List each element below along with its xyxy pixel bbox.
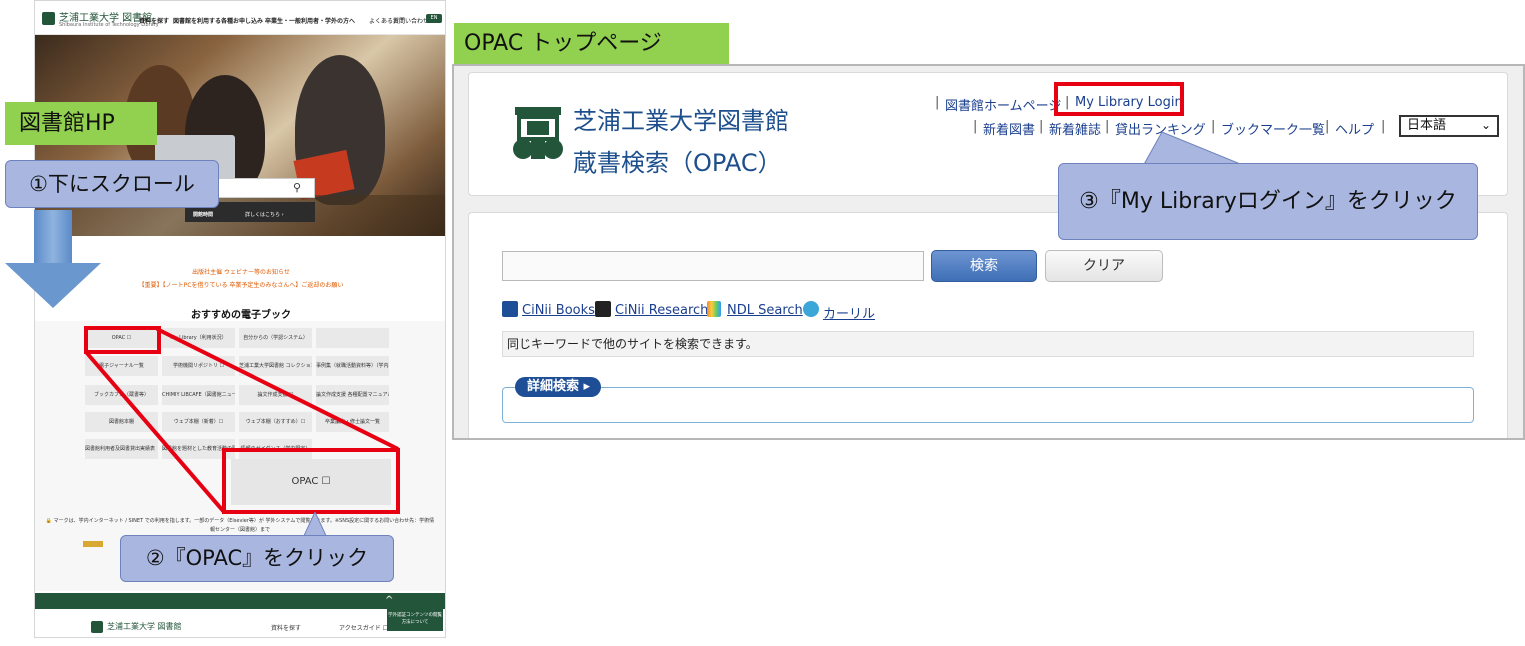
ndl-search-link[interactable]: NDL Search [727,303,803,318]
language-en-button[interactable]: EN [426,14,442,23]
library-emblem-icon [513,107,563,159]
footer-logo-icon [91,621,103,633]
label-library-hp: 図書館HP [5,102,157,145]
separator: | [935,95,940,110]
new-books-link[interactable]: 新着図書 [983,119,1035,138]
hp-nav-use-library[interactable]: 図書館を利用する [173,16,221,25]
hp-nav-contact[interactable]: お問い合わせ [393,16,429,25]
footer-logo-text[interactable]: 芝浦工業大学 図書館 [107,621,182,632]
more-info-link[interactable]: 詳しくはこちら › [245,211,284,218]
scroll-top-icon[interactable]: ^ [385,595,393,606]
label-opac-top: OPAC トップページ [454,23,729,65]
tile-thesis-support[interactable]: 論文作成支援 ☐ [239,385,312,405]
same-keyword-note: 同じキーワードで他のサイトを検索できます。 [502,331,1474,357]
hp-nav-search-materials[interactable]: 資料を探す [139,16,169,25]
search-icon[interactable]: ⚲ [293,181,301,194]
keyword-search-input[interactable] [502,251,924,281]
cinii-research-icon [595,301,611,317]
tile-case-studies[interactable]: 事例集（就職活動資料等）（学内限定） [316,356,389,376]
hp-nav-applications[interactable]: 各種お申し込み [221,16,263,25]
tile-book-cafe[interactable]: ブックカフェ（蔵書等） [85,385,158,405]
tile-bookshelf[interactable]: 図書館本棚 [85,412,158,432]
calil-icon [803,301,819,317]
callout-click-opac: ②『OPAC』をクリック [120,535,394,582]
calil-link[interactable]: カーリル [823,303,875,322]
tile-usage-stats[interactable]: 図書館利用者及図書貸出実績表（学内限定） [85,439,158,459]
tile-gakunin[interactable]: 自分からの（学認システム） [239,328,312,348]
hp-header: 芝浦工業大学 図書館 Shibaura Institute of Technol… [35,1,445,35]
highlight-opac-tile [84,326,161,354]
library-logo-icon [42,12,55,25]
tile-blank-1[interactable] [316,328,389,348]
highlight-opac-enlarged [222,448,400,514]
callout-scroll-down: ①下にスクロール [5,160,219,208]
tile-repository[interactable]: 学術機関リポジトリ ☐ [162,356,235,376]
advanced-search-panel [502,387,1474,423]
cinii-books-link[interactable]: CiNii Books [522,303,595,318]
separator: | [1325,119,1330,134]
tile-collection[interactable]: 芝浦工業大学図書館 コレクション [239,356,312,376]
search-button[interactable]: 検索 [931,250,1037,282]
clear-button[interactable]: クリア [1045,250,1163,282]
partner-logo-icon [83,541,103,547]
separator: | [1105,119,1110,134]
remote-access-button[interactable]: 学外認証コンテンツの閲覧方法について [387,609,443,631]
tile-ejournals[interactable]: 電子ジャーナル一覧 [85,356,158,376]
cinii-research-link[interactable]: CiNii Research [615,303,708,318]
access-note: 🔒 マークは、学内インターネット / SINET での利用を指します。一部のデー… [45,518,435,533]
tile-libcafe[interactable]: CHIMIY LIBCAFE（図書館ニュース） [162,385,235,405]
opac-screenshot: 芝浦工業大学図書館 蔵書検索（OPAC） | 図書館ホームページ | My Li… [452,64,1525,440]
opac-search-panel: 検索 クリア CiNii Books CiNii Research NDL Se… [468,212,1508,438]
callout-click-my-library: ③『My Libraryログイン』をクリック [1058,163,1478,240]
ndl-search-icon [707,301,721,317]
separator: | [1039,119,1044,134]
tile-web-shelf-new[interactable]: ウェブ本棚（新着）☐ [162,412,235,432]
chevron-down-icon[interactable]: ⌄ [1481,118,1491,132]
tile-web-shelf-recommend[interactable]: ウェブ本棚（おすすめ）☐ [239,412,312,432]
tile-thesis-list[interactable]: 卒業論文・修士論文一覧 [316,412,389,432]
down-arrow-icon [34,210,72,265]
library-home-link[interactable]: 図書館ホームページ [945,95,1061,114]
footer-link-access[interactable]: アクセスガイド ☐ [339,623,388,632]
cinii-books-icon [502,301,518,317]
down-arrow-head-icon [5,263,101,308]
opac-title-catalog: 蔵書検索（OPAC） [573,149,782,177]
advanced-search-toggle[interactable]: 詳細検索 ▸ [515,377,601,397]
footer-link-search[interactable]: 資料を探す [271,623,301,632]
separator: | [973,119,978,134]
opening-hours-label: 開館時間 [193,212,214,218]
tile-thesis-manual[interactable]: 論文作成支援 各種配置マニュアル [316,385,389,405]
recommended-ebooks-title: おすすめの電子ブック [191,310,291,321]
highlight-my-library-login [1054,82,1184,116]
help-link[interactable]: ヘルプ [1335,119,1374,138]
new-journals-link[interactable]: 新着雑誌 [1049,119,1101,138]
tile-my-library[interactable]: My Library（利用状況） [162,328,235,348]
hp-nav-alumni[interactable]: 卒業生・一般利用者・学外の方へ [265,16,355,25]
separator: | [1381,119,1386,134]
opac-title-library: 芝浦工業大学図書館 [573,107,789,135]
